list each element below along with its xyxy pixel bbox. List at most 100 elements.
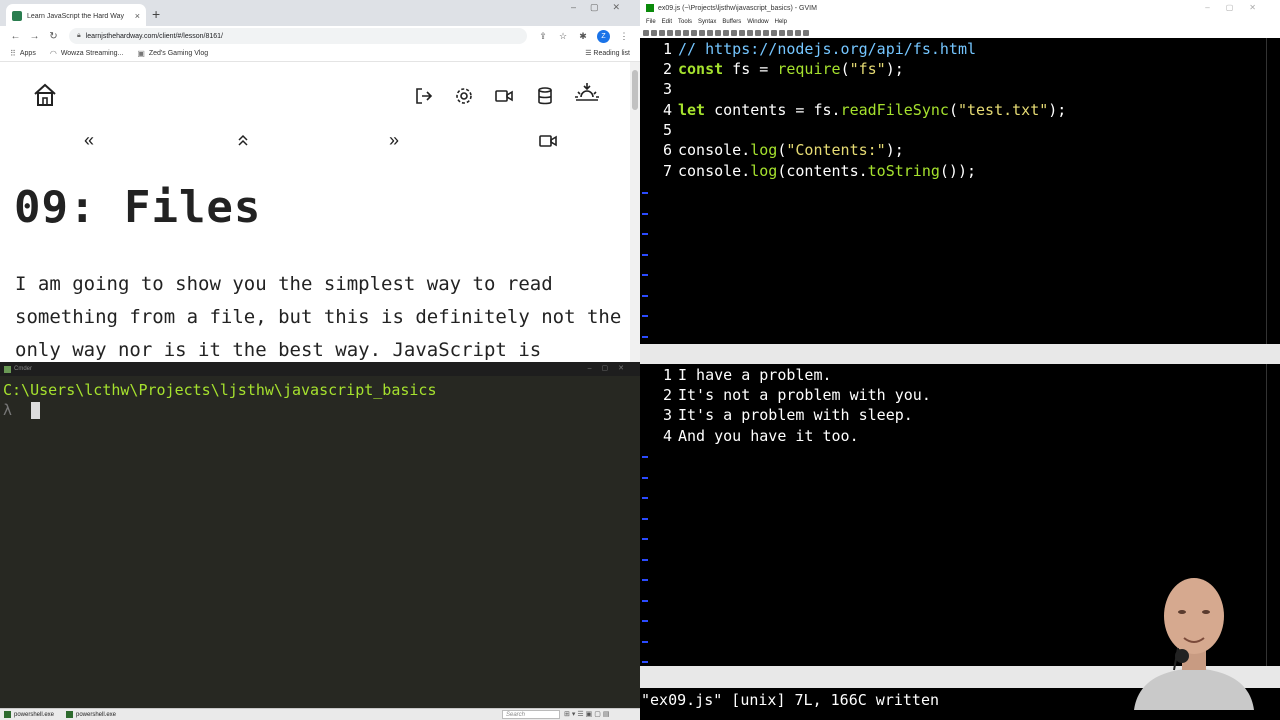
help-icon[interactable] (795, 30, 801, 36)
terminal-window-controls[interactable]: –▢✕ (588, 364, 634, 372)
logout-icon[interactable] (414, 86, 434, 106)
share-icon[interactable]: ⇪ (533, 31, 553, 42)
forward-icon[interactable]: → (25, 31, 44, 42)
tilde-marker (642, 192, 648, 194)
code-text: console.log("Contents:"); (678, 141, 904, 159)
menu-buffers[interactable]: Buffers (722, 19, 741, 25)
line-number: 1 (662, 366, 672, 384)
database-icon[interactable] (535, 86, 555, 106)
video-camera-icon[interactable] (494, 86, 514, 106)
taskbar-item-powershell-2[interactable]: powershell.exe (66, 711, 116, 718)
bookmark-zeds-gaming-vlog[interactable]: ▣ Zed's Gaming Vlog (137, 49, 208, 58)
sunset-theme-icon[interactable] (574, 80, 600, 106)
profile-avatar[interactable]: Z (597, 29, 610, 43)
reload-icon[interactable]: ↻ (44, 31, 63, 42)
shell-icon[interactable] (771, 30, 777, 36)
cmder-terminal-window[interactable]: Cmder –▢✕ C:\Users\lcthw\Projects\ljsthw… (0, 362, 640, 708)
text-content: It's not a problem with you. (678, 386, 931, 404)
menu-tools[interactable]: Tools (678, 19, 692, 25)
browser-tab[interactable]: Learn JavaScript the Hard Way × (6, 4, 146, 28)
browser-window-controls[interactable]: –▢✕ (571, 2, 634, 13)
up-lesson-icon[interactable] (236, 133, 250, 147)
back-icon[interactable]: ← (6, 31, 25, 42)
print-icon[interactable] (667, 30, 673, 36)
menu-syntax[interactable]: Syntax (698, 19, 716, 25)
save-icon[interactable] (651, 30, 657, 36)
paste-icon[interactable] (707, 30, 713, 36)
code-line: 1 // https://nodejs.org/api/fs.html (640, 39, 976, 59)
save-session-icon[interactable] (747, 30, 753, 36)
page-scrollbar-thumb[interactable] (632, 70, 638, 110)
tilde-marker (642, 274, 648, 276)
redo-icon[interactable] (683, 30, 689, 36)
address-bar-row: ← → ↻ 🔒︎ learnjsthehardway.com/client/#/… (0, 26, 640, 46)
tilde-marker (642, 538, 648, 540)
text-line: 3 It's a problem with sleep. (640, 405, 913, 425)
bookmark-apps[interactable]: ⠿ Apps (10, 49, 36, 58)
gvim-titlebar: ex09.js (~\Projects\ljsthw\javascript_ba… (640, 0, 1280, 16)
tilde-marker (642, 497, 648, 499)
code-text: let contents = fs.readFileSync("test.txt… (678, 101, 1067, 119)
terminal-prompt: λ (3, 401, 13, 419)
code-pane-scrollbar[interactable] (1266, 38, 1280, 344)
taskbar-search-input[interactable]: Search (502, 710, 560, 719)
open-icon[interactable] (643, 30, 649, 36)
reading-list-button[interactable]: ☰ Reading list (585, 49, 630, 57)
url-field[interactable]: 🔒︎ learnjsthehardway.com/client/#/lesson… (69, 28, 527, 44)
next-lesson-button[interactable]: » (389, 130, 399, 151)
menu-help[interactable]: Help (775, 19, 787, 25)
tilde-marker (642, 335, 648, 338)
run-script-icon[interactable] (755, 30, 761, 36)
line-number: 1 (662, 40, 672, 58)
save-all-icon[interactable] (659, 30, 665, 36)
find-help-icon[interactable] (803, 30, 809, 36)
cmder-logo-icon (4, 365, 11, 373)
new-tab-button[interactable]: + (152, 6, 160, 22)
bookmark-wowza[interactable]: ◠ Wowza Streaming... (50, 49, 124, 58)
line-number: 2 (662, 386, 672, 404)
presenter-webcam (1134, 578, 1254, 710)
tilde-marker (642, 640, 648, 643)
find-icon[interactable] (715, 30, 721, 36)
undo-icon[interactable] (675, 30, 681, 36)
line-number: 4 (662, 427, 672, 445)
browser-menu-icon[interactable]: ⋮ (614, 31, 634, 42)
gear-icon[interactable] (454, 86, 474, 106)
text-line: 1 I have a problem. (640, 365, 832, 385)
tab-bar: Learn JavaScript the Hard Way × + –▢✕ (0, 0, 640, 28)
line-number: 2 (662, 60, 672, 78)
code-text: // https://nodejs.org/api/fs.html (678, 40, 977, 58)
tab-close-icon[interactable]: × (135, 11, 140, 21)
tilde-marker (642, 233, 648, 235)
taskbar-item-powershell-1[interactable]: powershell.exe (4, 711, 54, 718)
taskbar: powershell.exe powershell.exe Search ⊞▾☰… (0, 708, 640, 720)
taskbar-tray-icons[interactable]: ⊞▾☰▣▢▤ (564, 710, 612, 718)
text-pane-scrollbar[interactable] (1266, 364, 1280, 666)
tilde-marker (642, 294, 648, 297)
cut-icon[interactable] (691, 30, 697, 36)
tilde-marker (642, 315, 648, 317)
gvim-window-controls[interactable]: –▢✕ (1205, 3, 1272, 12)
gvim-menubar: File Edit Tools Syntax Buffers Window He… (640, 16, 1280, 28)
extensions-icon[interactable]: ✱ (573, 31, 593, 42)
star-icon[interactable]: ☆ (553, 31, 573, 42)
code-editor-pane[interactable]: 1 // https://nodejs.org/api/fs.html 2 cons… (640, 38, 1266, 344)
copy-icon[interactable] (699, 30, 705, 36)
prev-lesson-button[interactable]: « (84, 130, 94, 151)
tags-icon[interactable] (779, 30, 785, 36)
menu-file[interactable]: File (646, 19, 656, 25)
find-next-icon[interactable] (723, 30, 729, 36)
lesson-page: « » 09: Files I am going to show you the… (0, 62, 630, 362)
find-prev-icon[interactable] (731, 30, 737, 36)
bookmark-favicon: ▣ (137, 49, 145, 58)
terminal-cursor (31, 402, 40, 419)
home-icon[interactable] (32, 82, 58, 108)
url-text: learnjsthehardway.com/client/#/lesson/81… (85, 32, 223, 40)
menu-edit[interactable]: Edit (662, 19, 672, 25)
lesson-video-icon[interactable] (538, 131, 558, 151)
tilde-marker (642, 599, 648, 602)
make-icon[interactable] (763, 30, 769, 36)
load-session-icon[interactable] (739, 30, 745, 36)
jump-tag-icon[interactable] (787, 30, 793, 36)
menu-window[interactable]: Window (747, 19, 768, 25)
